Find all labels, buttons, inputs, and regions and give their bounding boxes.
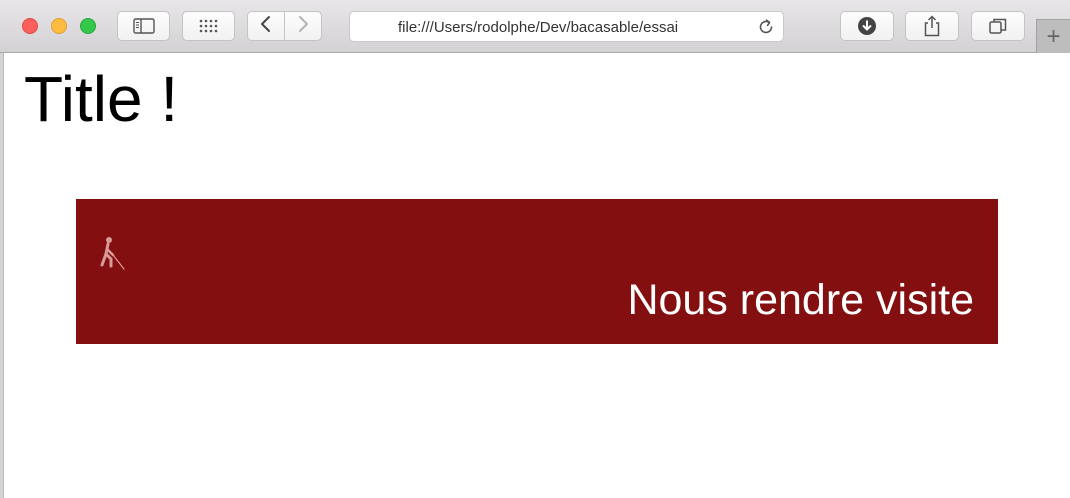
chevron-right-icon <box>297 15 309 38</box>
window-minimize-button[interactable] <box>51 18 67 34</box>
browser-toolbar: file:///Users/rodolphe/Dev/bacasable/ess… <box>0 0 1070 53</box>
visit-banner[interactable]: Nous rendre visite <box>76 199 998 344</box>
tab-overview-button[interactable] <box>971 11 1025 41</box>
page-title: Title ! <box>24 63 179 135</box>
grid-icon <box>198 19 220 33</box>
window-close-button[interactable] <box>22 18 38 34</box>
chevron-left-icon <box>260 15 272 38</box>
forward-button[interactable] <box>284 12 321 40</box>
navigation-buttons <box>247 11 322 41</box>
page-content: Title ! Nous rendre visite <box>0 53 1070 498</box>
window-left-edge <box>0 53 4 498</box>
sidebar-icon <box>132 18 155 34</box>
reload-icon[interactable] <box>757 18 775 41</box>
visit-label: Nous rendre visite <box>627 276 974 324</box>
new-tab-button[interactable]: + <box>1036 19 1070 53</box>
download-icon <box>857 16 877 36</box>
blind-walker-icon <box>98 236 128 275</box>
downloads-button[interactable] <box>840 11 894 41</box>
tabs-icon <box>988 17 1008 35</box>
top-sites-button[interactable] <box>182 11 235 41</box>
share-button[interactable] <box>905 11 959 41</box>
share-icon <box>923 15 941 37</box>
sidebar-toggle-button[interactable] <box>117 11 170 41</box>
window-zoom-button[interactable] <box>80 18 96 34</box>
browser-window: file:///Users/rodolphe/Dev/bacasable/ess… <box>0 0 1070 498</box>
back-button[interactable] <box>248 12 284 40</box>
address-url[interactable]: file:///Users/rodolphe/Dev/bacasable/ess… <box>398 19 741 36</box>
address-bar[interactable]: file:///Users/rodolphe/Dev/bacasable/ess… <box>349 11 784 42</box>
